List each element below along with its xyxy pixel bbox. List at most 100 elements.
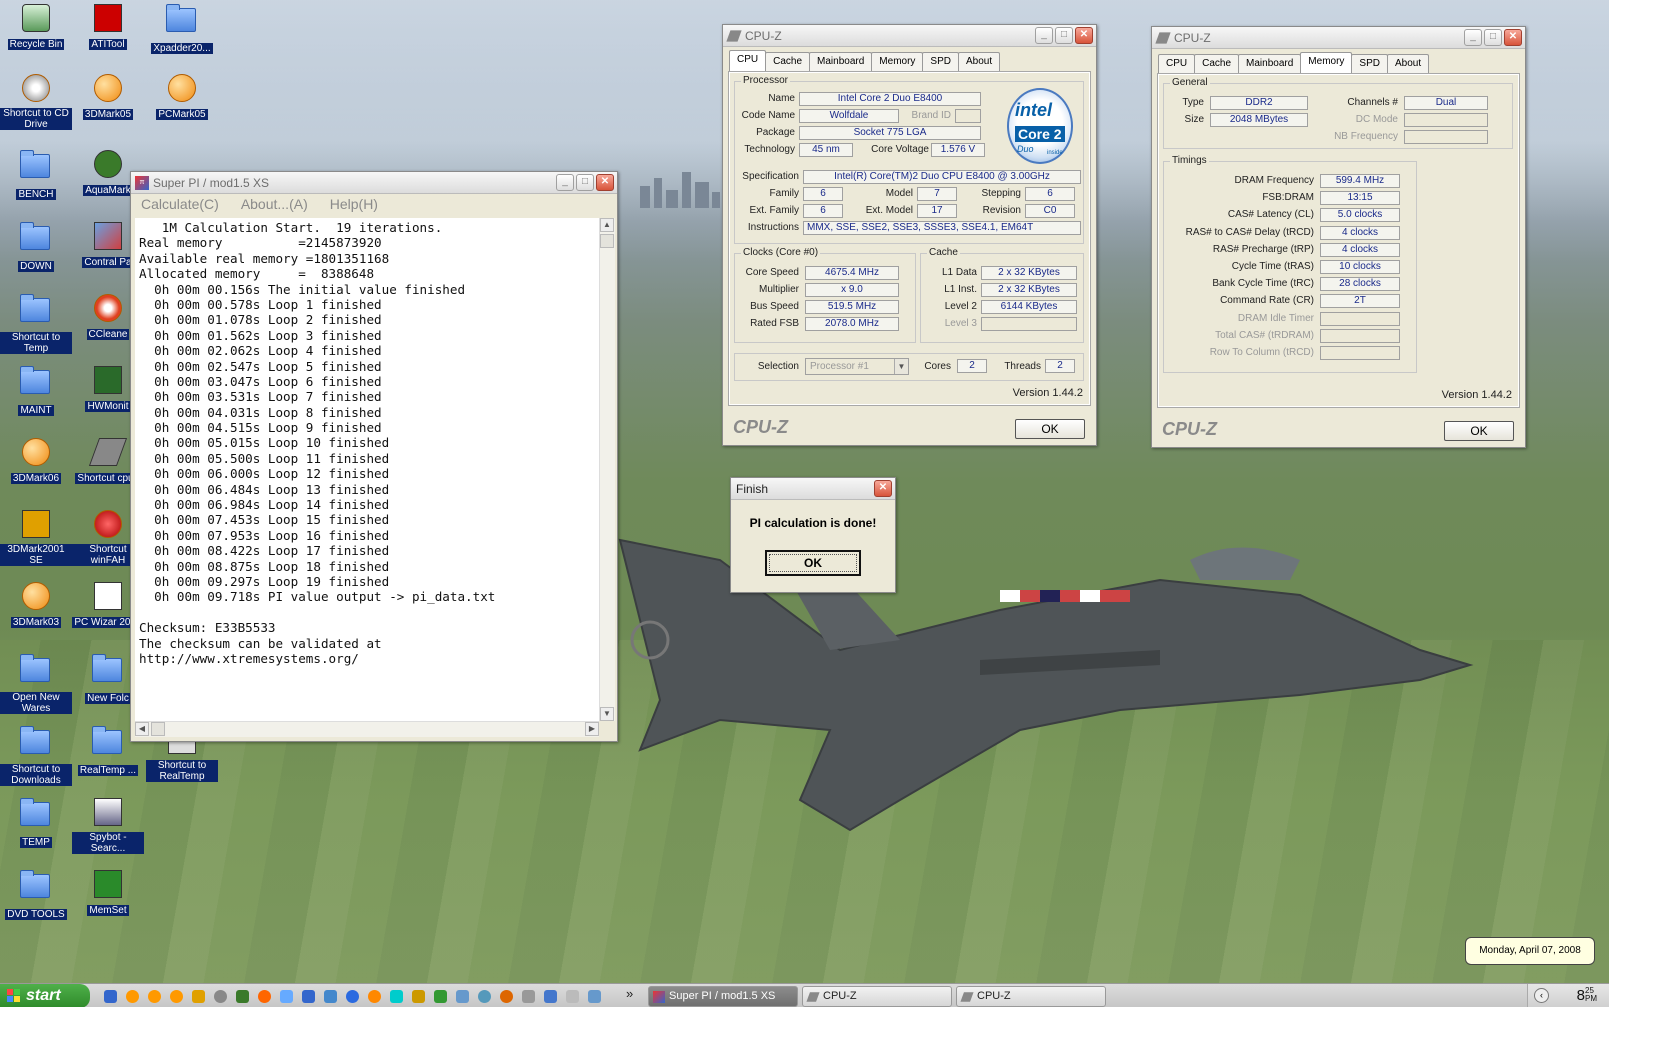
desktop-icon-recycle-bin[interactable]: Recycle Bin (0, 2, 72, 50)
tab-mainboard[interactable]: Mainboard (809, 52, 873, 71)
task-superpi[interactable]: Super PI / mod1.5 XS (648, 986, 798, 1007)
disk-icon[interactable] (214, 990, 227, 1003)
cpuz-brand-label: CPU-Z (733, 417, 788, 437)
tray-expand-icon[interactable]: ‹ (1534, 988, 1549, 1003)
tab-mainboard[interactable]: Mainboard (1238, 54, 1302, 73)
desktop-icon-3dmark03[interactable]: 3DMark03 (0, 580, 72, 628)
tab-memory[interactable]: Memory (871, 52, 924, 71)
cpuz-titlebar[interactable]: CPU-Z _ □ ✕ (1152, 27, 1525, 49)
clock[interactable]: 8 25 PM (1577, 987, 1597, 1005)
firefox-icon[interactable] (258, 990, 271, 1003)
maximize-button[interactable]: □ (1484, 29, 1502, 46)
processor-select[interactable]: Processor #1 ▼ (805, 358, 909, 375)
cpuz-icon[interactable] (522, 990, 535, 1003)
tab-about[interactable]: About (957, 52, 1001, 71)
3dmark-icon[interactable] (148, 990, 161, 1003)
maximize-button[interactable]: □ (576, 174, 594, 191)
desktop-icon-xpadder[interactable]: Xpadder20... (146, 2, 218, 54)
superpi-titlebar[interactable]: π Super PI / mod1.5 XS _ □ ✕ (131, 172, 617, 194)
start-button[interactable]: start (0, 984, 90, 1007)
finish-dialog[interactable]: Finish ✕ PI calculation is done! OK (730, 477, 896, 593)
window-icon[interactable] (566, 990, 579, 1003)
tab-cache[interactable]: Cache (1194, 54, 1240, 73)
desktop-icon-3dmark05[interactable]: 3DMark05 (72, 72, 144, 120)
desktop-icon-3dmark06[interactable]: 3DMark06 (0, 436, 72, 484)
menu-about[interactable]: About...(A) (241, 194, 308, 214)
media-icon[interactable] (324, 990, 337, 1003)
folder-icon (92, 654, 124, 690)
help-icon[interactable] (478, 990, 491, 1003)
minimize-button[interactable]: _ (1464, 29, 1482, 46)
extmodel-label: Ext. Model (865, 205, 913, 216)
desktop-icon-spybot[interactable]: Spybot - Searc... (72, 796, 144, 854)
scroll-up-button[interactable]: ▲ (600, 218, 614, 232)
sync-icon[interactable] (588, 990, 601, 1003)
close-button[interactable]: ✕ (874, 480, 892, 497)
desktop-icon-memset[interactable]: MemSet (72, 868, 144, 916)
superpi-output[interactable]: 1M Calculation Start. 19 iterations. Real… (135, 218, 599, 721)
cpuz-ok-button[interactable]: OK (1444, 421, 1514, 441)
desktop-icon-shortcut-temp[interactable]: Shortcut to Temp (0, 292, 72, 354)
scroll-right-button[interactable]: ▶ (585, 722, 599, 736)
desktop-icon-dvd-tools[interactable]: DVD TOOLS (0, 868, 72, 920)
horizontal-scrollbar[interactable]: ◀ ▶ (135, 721, 599, 737)
desktop-icon-maint[interactable]: MAINT (0, 364, 72, 416)
search-icon[interactable] (456, 990, 469, 1003)
aquamark-icon[interactable] (236, 990, 249, 1003)
tab-spd[interactable]: SPD (1351, 54, 1388, 73)
scroll-thumb[interactable] (600, 234, 614, 248)
close-button[interactable]: ✕ (1504, 29, 1522, 46)
ie-icon[interactable] (346, 990, 359, 1003)
menu-calculate[interactable]: Calculate(C) (141, 194, 219, 214)
cpuz-cpu-window[interactable]: CPU-Z _ □ ✕ CPU Cache Mainboard Memory S… (722, 24, 1097, 446)
cpuz-memory-window[interactable]: CPU-Z _ □ ✕ CPU Cache Mainboard Memory S… (1151, 26, 1526, 448)
minimize-button[interactable]: _ (1035, 27, 1053, 44)
cpuz-ok-button[interactable]: OK (1015, 419, 1085, 439)
desktop-icon-downloads[interactable]: Shortcut to Downloads (0, 724, 72, 786)
pcmark-icon[interactable] (170, 990, 183, 1003)
desktop-icon-bench[interactable]: BENCH (0, 148, 72, 200)
tab-spd[interactable]: SPD (922, 52, 959, 71)
output-line: 0h 00m 08.875s Loop 18 finished (139, 558, 390, 574)
maximize-button[interactable]: □ (1055, 27, 1073, 44)
desktop-icon-atitool[interactable]: ATITool (72, 2, 144, 50)
show-desktop-icon[interactable] (104, 990, 117, 1003)
menu-help[interactable]: Help(H) (330, 194, 378, 214)
globe-icon[interactable] (544, 990, 557, 1003)
minimize-button[interactable]: _ (556, 174, 574, 191)
finish-ok-button[interactable]: OK (765, 550, 861, 576)
hscroll-thumb[interactable] (151, 722, 165, 736)
3dmark2001-icon[interactable] (192, 990, 205, 1003)
vertical-scrollbar[interactable]: ▲ ▼ (599, 218, 615, 721)
task-cpuz-1[interactable]: CPU-Z (802, 986, 952, 1007)
desktop-icon-cd-drive[interactable]: Shortcut to CD Drive (0, 72, 72, 130)
scroll-down-button[interactable]: ▼ (600, 707, 614, 721)
network-icon[interactable] (280, 990, 293, 1003)
hwmonitor-icon[interactable] (434, 990, 447, 1003)
scroll-left-button[interactable]: ◀ (135, 722, 149, 736)
tool-icon[interactable] (412, 990, 425, 1003)
3dmark-icon[interactable] (126, 990, 139, 1003)
tab-cpu[interactable]: CPU (729, 50, 767, 71)
monitor-icon[interactable] (390, 990, 403, 1003)
close-button[interactable]: ✕ (596, 174, 614, 191)
desktop-icon-temp[interactable]: TEMP (0, 796, 72, 848)
finish-titlebar[interactable]: Finish ✕ (731, 478, 895, 500)
tab-cpu[interactable]: CPU (1158, 54, 1196, 73)
winfah-icon (92, 510, 124, 542)
desktop-icon-pcmark05[interactable]: PCMark05 (146, 72, 218, 120)
tab-memory[interactable]: Memory (1300, 52, 1353, 73)
tab-about[interactable]: About (1386, 54, 1430, 73)
close-button[interactable]: ✕ (1075, 27, 1093, 44)
explorer-icon[interactable] (302, 990, 315, 1003)
desktop-icon-3dmark2001[interactable]: 3DMark2001 SE (0, 508, 72, 566)
cpuz-titlebar[interactable]: CPU-Z _ □ ✕ (723, 25, 1096, 47)
chevron-right-icon[interactable]: » (626, 986, 633, 1001)
firefox-icon[interactable] (368, 990, 381, 1003)
desktop-icon-down[interactable]: DOWN (0, 220, 72, 272)
gear-icon[interactable] (500, 990, 513, 1003)
desktop-icon-open-new-wares[interactable]: Open New Wares (0, 652, 72, 714)
task-cpuz-2[interactable]: CPU-Z (956, 986, 1106, 1007)
superpi-window[interactable]: π Super PI / mod1.5 XS _ □ ✕ Calculate(C… (130, 171, 618, 742)
tab-cache[interactable]: Cache (765, 52, 811, 71)
